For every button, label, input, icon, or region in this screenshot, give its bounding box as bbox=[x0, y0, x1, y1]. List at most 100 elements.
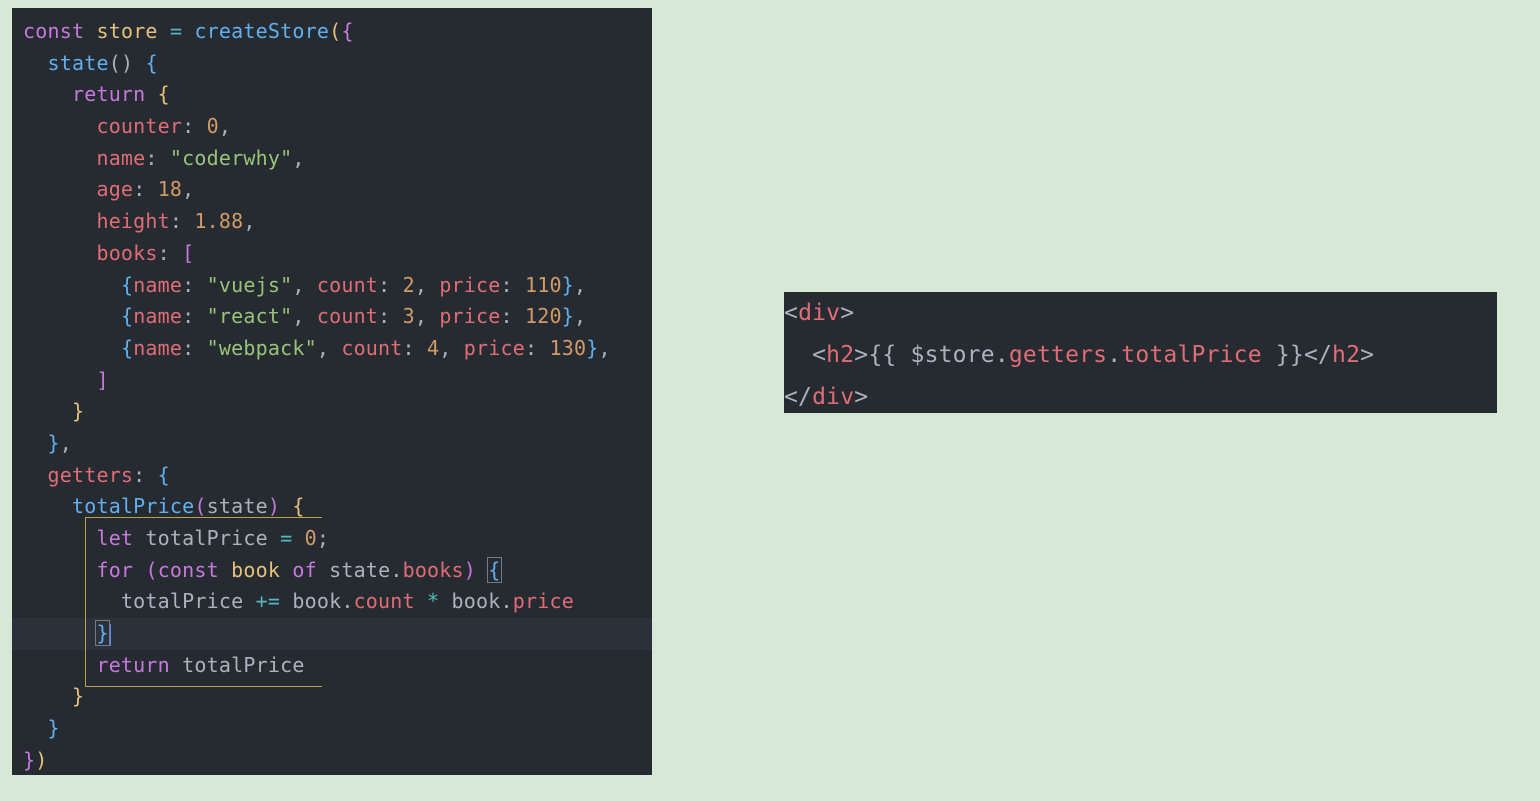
code-token: } bbox=[586, 335, 599, 360]
code-token: } bbox=[561, 304, 575, 329]
code-token: age bbox=[96, 177, 134, 202]
code-token: name bbox=[96, 145, 146, 170]
code-line: for (const book of state.books) { bbox=[12, 555, 652, 587]
code-token: ; bbox=[316, 526, 330, 550]
code-token: 1.88 bbox=[194, 209, 244, 234]
code-token: > bbox=[840, 300, 855, 326]
code-line: return { bbox=[12, 79, 652, 111]
code-token: , bbox=[574, 304, 587, 329]
code-token: { bbox=[157, 82, 170, 107]
code-token: , bbox=[218, 114, 232, 139]
code-token: } bbox=[71, 684, 85, 709]
code-token: "react" bbox=[206, 304, 293, 329]
code-token: let bbox=[96, 526, 134, 550]
code-line: </div> bbox=[784, 376, 1497, 418]
code-token: totalPrice bbox=[71, 494, 195, 519]
code-token: : bbox=[402, 335, 415, 360]
code-line: <div> bbox=[784, 292, 1497, 334]
code-token: count bbox=[316, 304, 379, 329]
code-line: height: 1.88, bbox=[12, 206, 652, 238]
code-token: { bbox=[120, 272, 134, 297]
code-token: { bbox=[487, 556, 502, 583]
code-token: } bbox=[23, 747, 36, 772]
code-token: store bbox=[96, 19, 158, 43]
code-token: } bbox=[71, 399, 85, 424]
code-token: . bbox=[1107, 342, 1122, 368]
code-line: <h2>{{ $store.getters.totalPrice }}</h2> bbox=[784, 334, 1497, 376]
vuex-store-code-panel: const store = createStore({ state() { re… bbox=[12, 8, 652, 775]
code-token: () bbox=[108, 50, 134, 75]
code-token: {{ bbox=[868, 342, 897, 368]
code-token: * bbox=[427, 589, 440, 614]
code-token: , bbox=[414, 272, 428, 297]
code-line: counter: 0, bbox=[12, 111, 652, 143]
code-line: {name: "vuejs", count: 2, price: 110}, bbox=[12, 270, 652, 302]
code-token: const bbox=[157, 557, 219, 582]
code-token: 2 bbox=[402, 272, 415, 297]
code-token: > bbox=[854, 384, 869, 410]
code-token: totalPrice bbox=[120, 589, 244, 614]
code-token: : bbox=[182, 272, 195, 297]
code-token: , bbox=[414, 304, 428, 329]
code-token: . bbox=[390, 557, 403, 582]
code-token: ) bbox=[463, 557, 477, 582]
code-line: state() { bbox=[12, 48, 652, 80]
code-line: } bbox=[12, 713, 652, 745]
code-token: price bbox=[512, 589, 574, 614]
code-token: books bbox=[402, 557, 464, 582]
code-token: }} bbox=[1275, 342, 1304, 368]
code-token: : bbox=[525, 335, 538, 360]
code-token: : bbox=[133, 462, 146, 487]
code-token: } bbox=[47, 430, 60, 455]
code-token: : bbox=[378, 272, 391, 297]
code-token: , bbox=[292, 145, 305, 170]
code-token: const bbox=[23, 19, 85, 43]
code-token: 120 bbox=[525, 304, 562, 329]
code-line: } bbox=[12, 396, 652, 428]
code-token: height bbox=[96, 209, 170, 234]
code-token: 4 bbox=[427, 335, 440, 360]
code-token: $store bbox=[910, 342, 995, 368]
code-token: createStore bbox=[194, 19, 330, 43]
code-token: "webpack" bbox=[206, 335, 317, 360]
code-token: . bbox=[994, 342, 1009, 368]
code-token: state bbox=[47, 50, 109, 75]
code-line: name: "coderwhy", bbox=[12, 143, 652, 175]
code-token: { bbox=[145, 50, 158, 75]
code-token: , bbox=[59, 430, 72, 455]
code-token: > bbox=[854, 342, 869, 368]
code-token: 0 bbox=[304, 526, 317, 550]
code-line: age: 18, bbox=[12, 174, 652, 206]
code-line: let totalPrice = 0; bbox=[12, 523, 652, 555]
code-token: { bbox=[341, 19, 354, 43]
